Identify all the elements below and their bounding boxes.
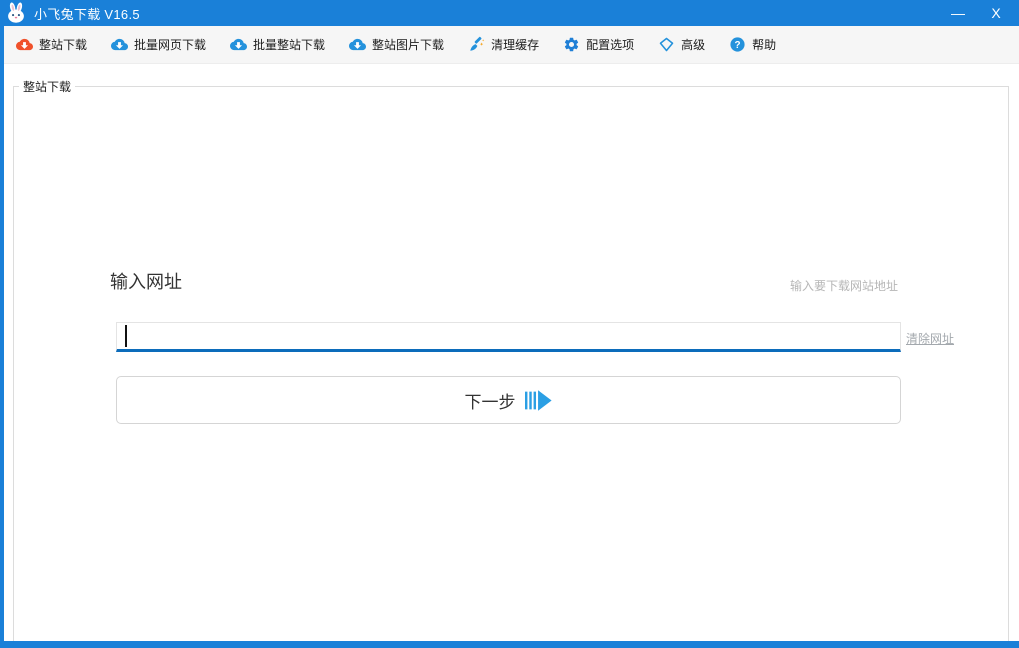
- groupbox-label: 整站下载: [19, 78, 75, 95]
- toolbar: 整站下载 批量网页下载 批量整站下载: [0, 26, 1019, 64]
- toolbar-item-config-options[interactable]: 配置选项: [563, 36, 634, 53]
- toolbar-item-batch-site-download[interactable]: 批量整站下载: [230, 36, 325, 53]
- toolbar-item-label: 配置选项: [586, 36, 634, 53]
- broom-icon: [468, 36, 485, 53]
- cloud-download-icon: [349, 36, 366, 53]
- whole-site-download-groupbox: 整站下载: [13, 86, 1009, 641]
- toolbar-item-label: 帮助: [752, 36, 776, 53]
- window-frame-left: [0, 26, 4, 648]
- url-input[interactable]: [117, 323, 900, 349]
- toolbar-item-label: 批量整站下载: [253, 36, 325, 53]
- app-window: 小飞兔下载 V16.5 — X 整站下载 批量网页下载: [0, 0, 1019, 648]
- diamond-icon: [658, 36, 675, 53]
- cloud-download-icon: [16, 36, 33, 53]
- help-icon: ?: [729, 36, 746, 53]
- url-hint-text: 输入要下载网站地址: [0, 277, 898, 294]
- window-title: 小飞兔下载 V16.5: [34, 4, 140, 23]
- gear-icon: [563, 36, 580, 53]
- next-step-label: 下一步: [465, 388, 516, 413]
- toolbar-item-label: 整站图片下载: [372, 36, 444, 53]
- cloud-download-icon: [230, 36, 247, 53]
- toolbar-item-whole-site-download[interactable]: 整站下载: [16, 36, 87, 53]
- next-step-button[interactable]: 下一步: [116, 376, 901, 424]
- url-input-wrap: [116, 322, 901, 352]
- minimize-button[interactable]: —: [939, 0, 977, 26]
- fast-forward-icon: [525, 390, 553, 411]
- toolbar-item-label: 清理缓存: [491, 36, 539, 53]
- close-button[interactable]: X: [977, 0, 1015, 26]
- cloud-download-icon: [111, 36, 128, 53]
- toolbar-item-label: 批量网页下载: [134, 36, 206, 53]
- toolbar-item-site-image-download[interactable]: 整站图片下载: [349, 36, 444, 53]
- toolbar-item-batch-webpage-download[interactable]: 批量网页下载: [111, 36, 206, 53]
- toolbar-item-clear-cache[interactable]: 清理缓存: [468, 36, 539, 53]
- window-controls: — X: [939, 0, 1019, 26]
- svg-text:?: ?: [735, 40, 741, 51]
- toolbar-item-label: 高级: [681, 36, 705, 53]
- clear-url-link[interactable]: 清除网址: [906, 330, 954, 347]
- titlebar: 小飞兔下载 V16.5 — X: [0, 0, 1019, 26]
- rabbit-icon: [5, 2, 27, 24]
- window-frame-bottom: [0, 641, 1019, 648]
- toolbar-item-help[interactable]: ? 帮助: [729, 36, 776, 53]
- toolbar-item-label: 整站下载: [39, 36, 87, 53]
- toolbar-item-advanced[interactable]: 高级: [658, 36, 705, 53]
